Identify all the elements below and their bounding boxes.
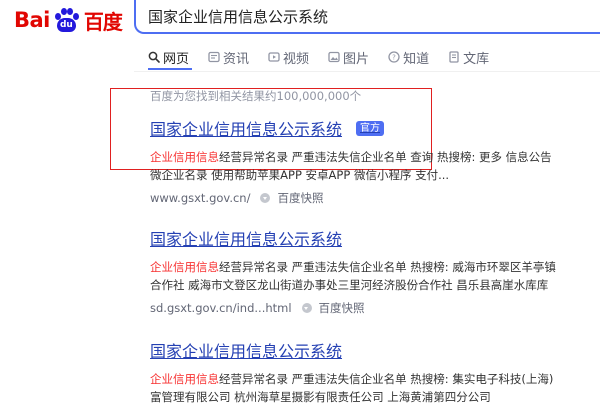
snapshot-link[interactable]: 百度快照 [319,300,365,316]
tab-label: 知道 [403,51,430,67]
dropdown-arrow-icon[interactable] [301,303,312,313]
result-desc-line: 微企业名录 使用帮助苹果APP 安卓APP 微信小程序 支付... [150,168,450,182]
library-icon [448,51,460,63]
search-icon [148,51,160,63]
tab-label: 图片 [343,51,370,67]
svg-text:?: ? [392,54,396,62]
official-badge: 官方 [356,120,385,136]
result-title-link[interactable]: 国家企业信用信息公示系统 [150,226,600,250]
result-desc-highlight: 企业信用信息 [150,260,219,274]
result-description: 企业信用信息经营异常名录 严重违法失信企业名单 热搜榜: 威海市环翠区羊亭镇 合… [150,258,600,294]
logo-cn-text: 百度 [83,9,123,34]
result-desc-line: 经营异常名录 严重违法失信企业名单 查询 热搜榜: 更多 信息公告 [219,150,552,164]
tab-label: 资讯 [223,51,250,67]
search-result: 国家企业信用信息公示系统 企业信用信息经营异常名录 严重违法失信企业名单 热搜榜… [150,226,600,316]
result-url[interactable]: sd.gsxt.gov.cn/ind...html [150,301,292,315]
result-desc-line: 经营异常名录 严重违法失信企业名单 热搜榜: 威海市环翠区羊亭镇 [219,260,556,274]
image-icon [328,51,340,63]
tab-label: 视频 [283,51,310,67]
baidu-logo[interactable]: Bai du 百度 [14,5,123,35]
result-title-text: 国家企业信用信息公示系统 [150,120,343,139]
result-desc-highlight: 企业信用信息 [150,372,219,386]
video-icon [268,51,280,63]
logo-bai-text: Bai [14,8,50,32]
search-result: 国家企业信用信息公示系统 官方 企业信用信息经营异常名录 严重违法失信企业名单 … [150,116,600,206]
tab-label: 网页 [163,51,190,67]
result-title-link[interactable]: 国家企业信用信息公示系统 官方 [150,116,600,140]
result-description: 企业信用信息经营异常名录 严重违法失信企业名单 查询 热搜榜: 更多 信息公告 … [150,148,600,184]
result-url[interactable]: www.gsxt.gov.cn/ [150,191,250,205]
search-input[interactable] [148,4,588,28]
question-icon: ? [388,51,400,63]
result-title-link[interactable]: 国家企业信用信息公示系统 [150,338,600,362]
result-title-text: 国家企业信用信息公示系统 [150,342,343,361]
result-title-text: 国家企业信用信息公示系统 [150,230,343,249]
tabs-divider [134,71,600,72]
tab-wenku[interactable]: 文库 [448,46,489,68]
dropdown-arrow-icon[interactable] [260,193,271,203]
tab-label: 文库 [463,51,490,67]
tab-zhidao[interactable]: ? 知道 [388,46,429,68]
tab-images[interactable]: 图片 [328,46,369,68]
snapshot-link[interactable]: 百度快照 [277,190,323,206]
search-box[interactable] [134,0,600,34]
result-description: 企业信用信息经营异常名录 严重违法失信企业名单 热搜榜: 集实电子科技(上海) … [150,370,600,406]
search-tabs: 网页 资讯 视频 图片 ? 知道 文库 [148,46,508,68]
result-desc-line: 合作社 威海市文登区龙山街道办事处三里河经济股份合作社 昌乐县高崖水库库 [150,278,549,292]
tab-news[interactable]: 资讯 [208,46,249,68]
news-icon [208,51,220,63]
result-desc-highlight: 企业信用信息 [150,150,219,164]
tab-video[interactable]: 视频 [268,46,309,68]
result-url-row: www.gsxt.gov.cn/ 百度快照 [150,190,600,206]
result-desc-line: 经营异常名录 严重违法失信企业名单 热搜榜: 集实电子科技(上海) [219,372,554,386]
search-result: 国家企业信用信息公示系统 企业信用信息经营异常名录 严重违法失信企业名单 热搜榜… [150,338,600,406]
active-tab-indicator [148,68,192,70]
paw-du-text: du [56,18,76,32]
tab-web[interactable]: 网页 [148,46,189,68]
result-desc-line: 富管理有限公司 杭州海草星摄影有限责任公司 上海黄浦第四分公司 [150,390,491,404]
paw-logo-icon: du [53,6,79,34]
result-url-row: sd.gsxt.gov.cn/ind...html 百度快照 [150,300,600,316]
